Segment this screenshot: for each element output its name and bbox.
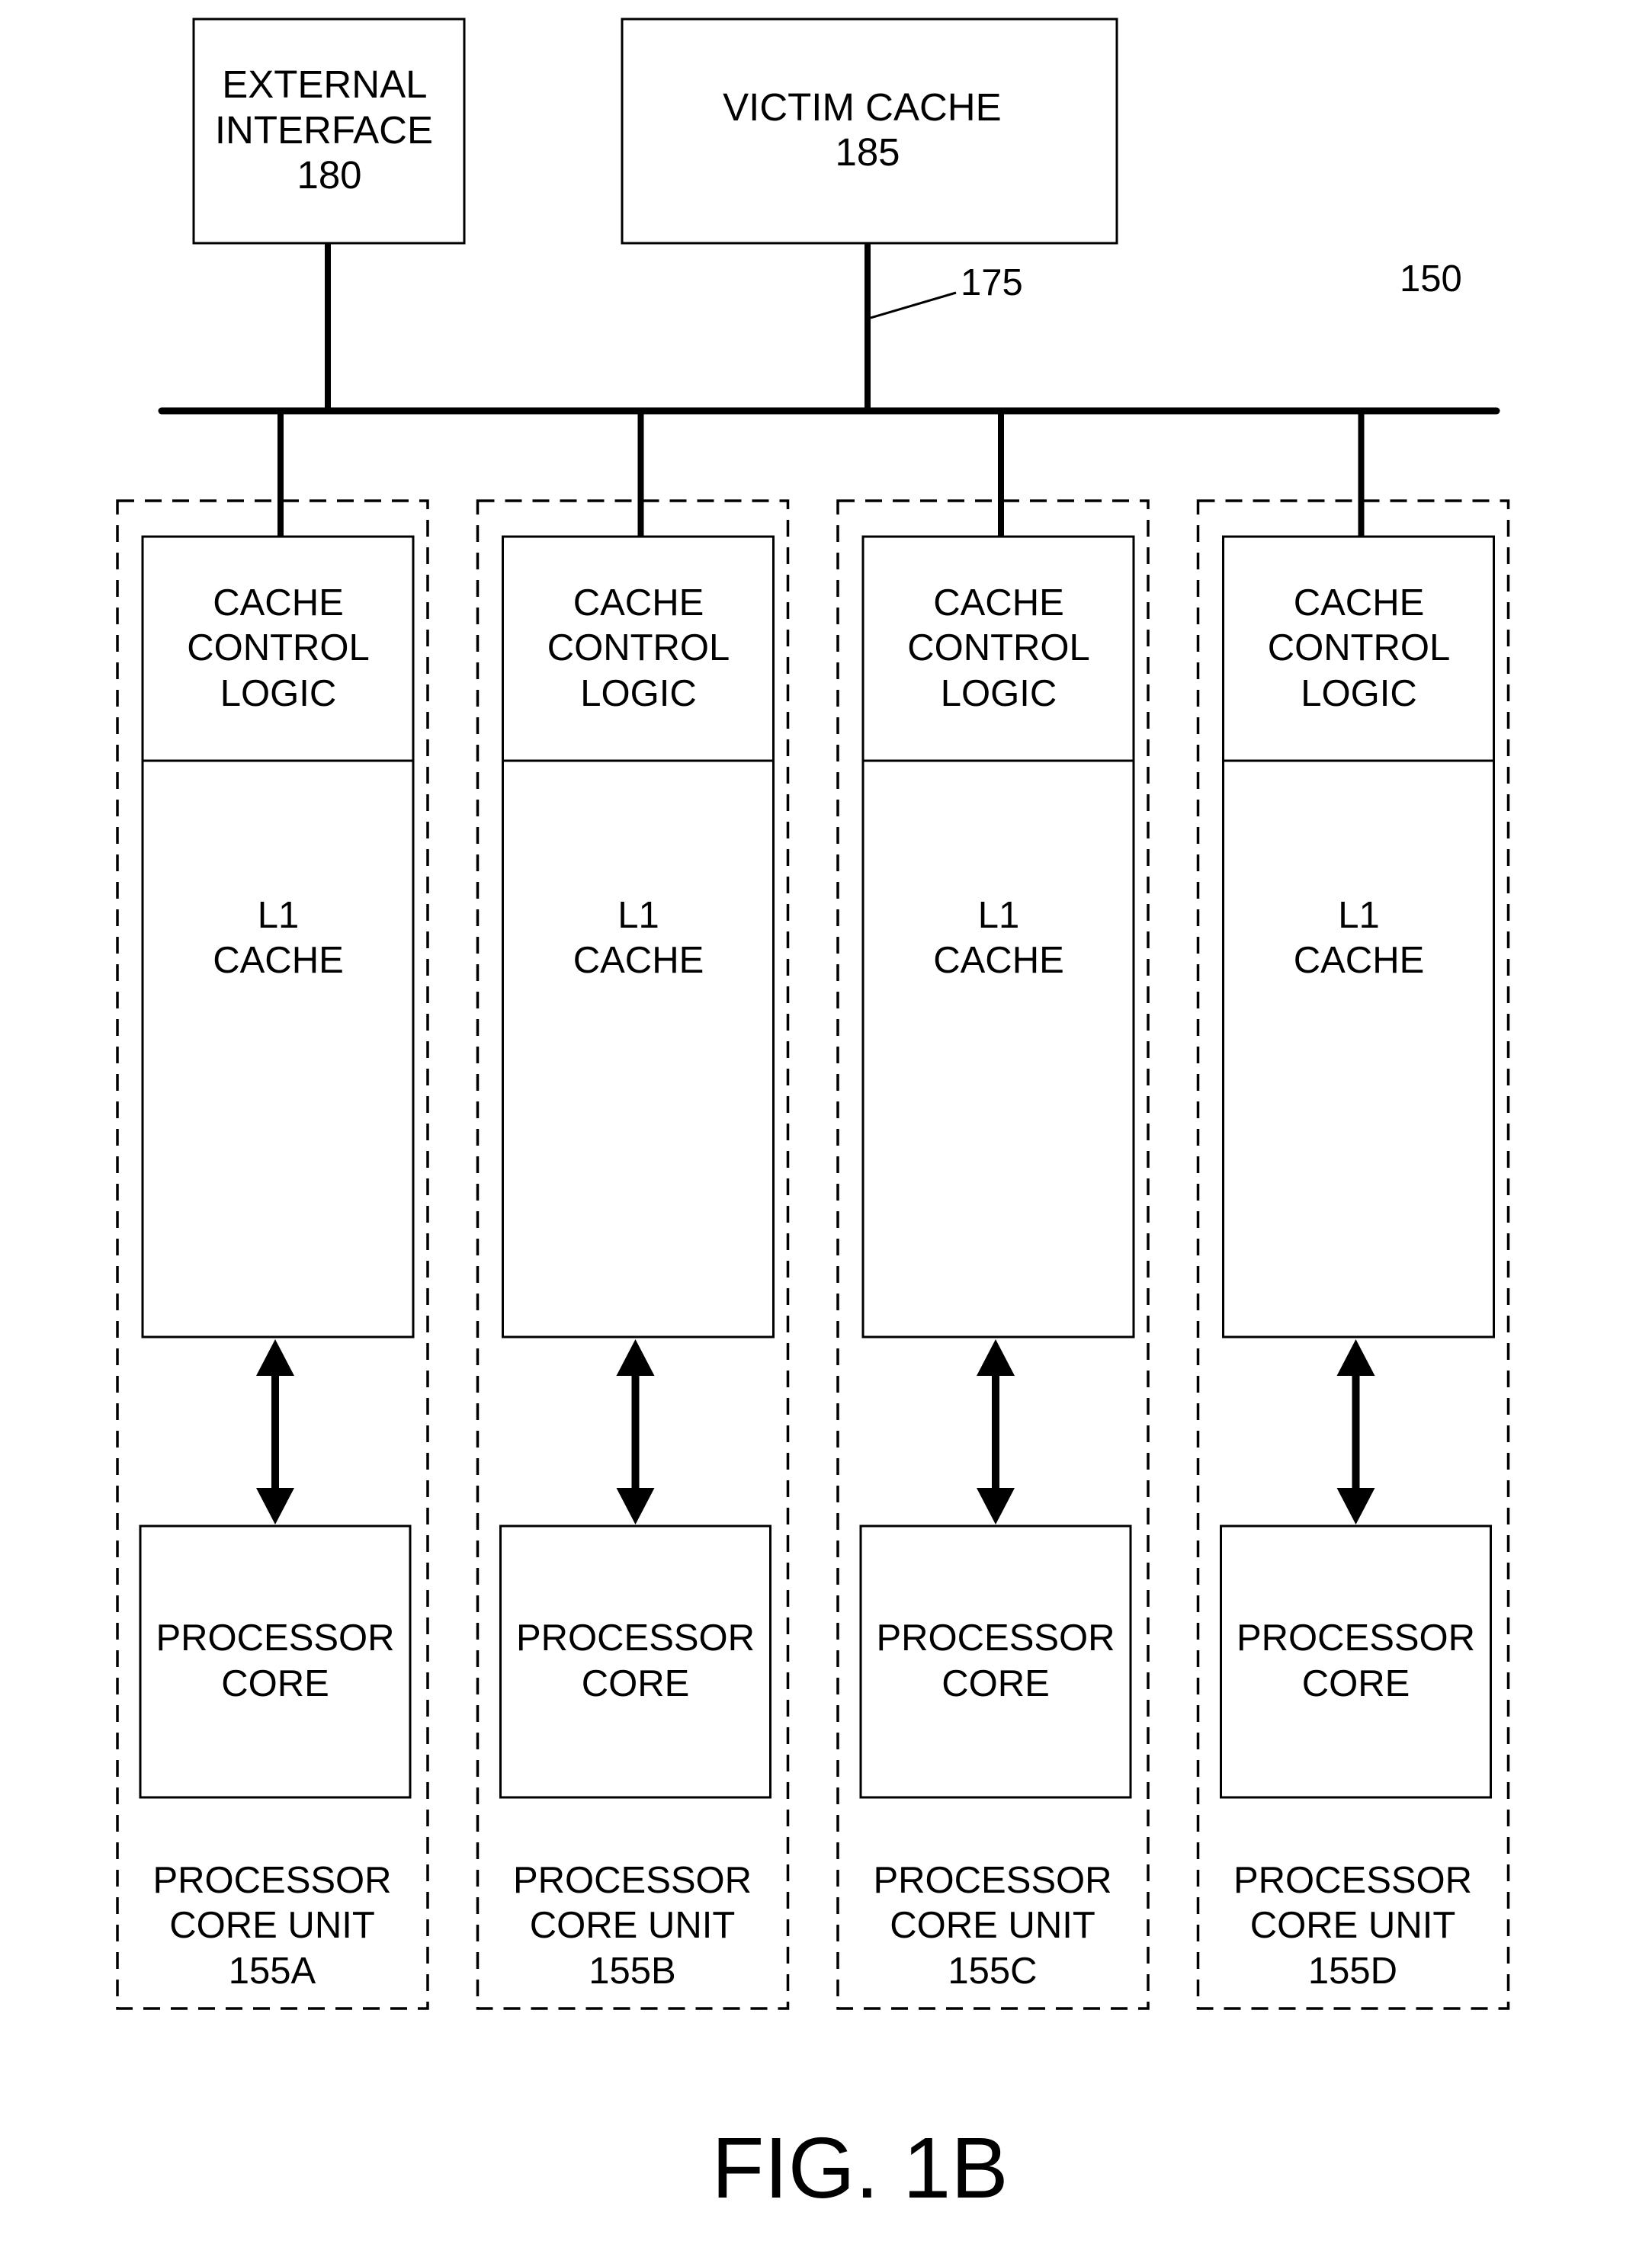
cache-control-logic-label-line-3: LOGIC [220, 673, 336, 714]
bus-ref-leader [870, 291, 957, 319]
processor-core-unit-label-line-1: PROCESSOR [873, 1860, 1111, 1901]
processor-core-box [139, 1524, 412, 1799]
block-diagram: EXTERNAL INTERFACE 180 VICTIM CACHE 185 … [116, 18, 1510, 2216]
l1-cache-label-line-1: L1 [258, 895, 300, 936]
processor-core-label-line-1: PROCESSOR [156, 1617, 394, 1659]
l1-cache-label-line-2: CACHE [213, 940, 344, 981]
l1-cache-label-line-2: CACHE [1294, 940, 1425, 981]
processor-core-label-line-2: CORE [221, 1663, 329, 1704]
l1-cache-label-line-1: L1 [978, 895, 1020, 936]
processor-core-label-line-1: PROCESSOR [1237, 1617, 1475, 1659]
l1-cache-label-line-2: CACHE [933, 940, 1064, 981]
cache-control-logic-label-line-3: LOGIC [580, 673, 696, 714]
cache-control-logic-label-line-1: CACHE [213, 582, 344, 624]
cache-control-logic-label-line-2: CONTROL [1268, 627, 1451, 668]
cache-control-logic-label-line-1: CACHE [933, 582, 1064, 624]
cache-control-logic-label-line-3: LOGIC [1301, 673, 1416, 714]
l1-cache-label-line-1: L1 [1338, 895, 1380, 936]
processor-core-unit-label: PROCESSOR CORE UNIT 155B [513, 1860, 752, 1992]
processor-core-unit-label: PROCESSOR CORE UNIT 155D [1233, 1860, 1472, 1992]
processor-core-box [499, 1524, 771, 1799]
victim-cache-line-1: VICTIM CACHE [723, 85, 1002, 129]
bidirectional-arrow-icon [256, 1339, 294, 1524]
processor-core-unit-label: PROCESSOR CORE UNIT 155C [873, 1860, 1111, 1992]
cache-control-logic-label-line-2: CONTROL [907, 627, 1090, 668]
processor-core-units: CACHE CONTROL LOGICL1 CACHEPROCESSOR COREPRO… [116, 411, 1510, 2010]
processor-core-unit-label-line-2: CORE UNIT [530, 1905, 736, 1946]
processor-core-unit-label-line-3: 155C [948, 1951, 1037, 1992]
bidirectional-arrow-icon [977, 1339, 1015, 1524]
arrow-head-down [1336, 1488, 1375, 1524]
processor-core-label-line-1: PROCESSOR [876, 1617, 1115, 1659]
bidirectional-arrow-icon [1336, 1339, 1375, 1524]
external-interface-line-2: INTERFACE [215, 108, 433, 152]
processor-core-label-line-2: CORE [1302, 1663, 1410, 1704]
cache-control-logic-label-line-1: CACHE [573, 582, 704, 624]
processor-core-unit-label-line-3: 155D [1308, 1951, 1397, 1992]
processor-core-unit-c: CACHE CONTROL LOGICL1 CACHEPROCESSOR COREPRO… [836, 411, 1150, 2010]
arrow-head-down [977, 1488, 1015, 1524]
processor-core-box [859, 1524, 1132, 1799]
arrow-head-down [256, 1488, 294, 1524]
external-interface-block: EXTERNAL INTERFACE 180 [192, 18, 466, 245]
processor-core-unit-label-line-3: 155A [229, 1951, 316, 1992]
processor-core-unit-label-line-1: PROCESSOR [513, 1860, 752, 1901]
processor-core-box [1220, 1524, 1492, 1799]
processor-core-unit-label-line-1: PROCESSOR [1233, 1860, 1472, 1901]
arrow-head-up [616, 1339, 655, 1376]
processor-core-label-line-1: PROCESSOR [516, 1617, 755, 1659]
bus-ref-label: 175 [961, 262, 1023, 303]
processor-core-unit-d: CACHE CONTROL LOGICL1 CACHEPROCESSOR COREPRO… [1196, 411, 1510, 2010]
arrow-head-down [616, 1488, 655, 1524]
processor-core-unit-label-line-2: CORE UNIT [890, 1905, 1095, 1946]
arrow-head-up [256, 1339, 294, 1376]
external-interface-ref: 180 [297, 153, 361, 197]
processor-core-unit-label-line-1: PROCESSOR [152, 1860, 391, 1901]
cache-control-logic-label-line-1: CACHE [1294, 582, 1425, 624]
cache-control-logic-label-line-2: CONTROL [187, 627, 370, 668]
arrow-head-up [1336, 1339, 1375, 1376]
processor-core-unit-label-line-2: CORE UNIT [169, 1905, 375, 1946]
processor-core-unit-label-line-3: 155B [589, 1951, 675, 1992]
processor-core-unit-a: CACHE CONTROL LOGICL1 CACHEPROCESSOR COREPRO… [116, 411, 429, 2010]
l1-cache-label-line-1: L1 [617, 895, 659, 936]
victim-cache-block: VICTIM CACHE 185 [621, 18, 1118, 245]
system-ref-label: 150 [1400, 258, 1462, 300]
figure-label: FIG. 1B [711, 2120, 1008, 2216]
processor-core-unit-b: CACHE CONTROL LOGICL1 CACHEPROCESSOR COREPRO… [476, 411, 790, 2010]
arrow-head-up [977, 1339, 1015, 1376]
processor-core-unit-label-line-2: CORE UNIT [1250, 1905, 1456, 1946]
cache-control-logic-label-line-3: LOGIC [941, 673, 1057, 714]
cache-control-logic-label-line-2: CONTROL [547, 627, 730, 668]
processor-core-unit-label: PROCESSOR CORE UNIT 155A [152, 1860, 391, 1992]
external-interface-line-1: EXTERNAL [222, 63, 426, 106]
processor-core-label-line-2: CORE [582, 1663, 690, 1704]
victim-cache-ref: 185 [835, 130, 900, 174]
l1-cache-label-line-2: CACHE [573, 940, 704, 981]
bidirectional-arrow-icon [616, 1339, 655, 1524]
processor-core-label-line-2: CORE [941, 1663, 1050, 1704]
